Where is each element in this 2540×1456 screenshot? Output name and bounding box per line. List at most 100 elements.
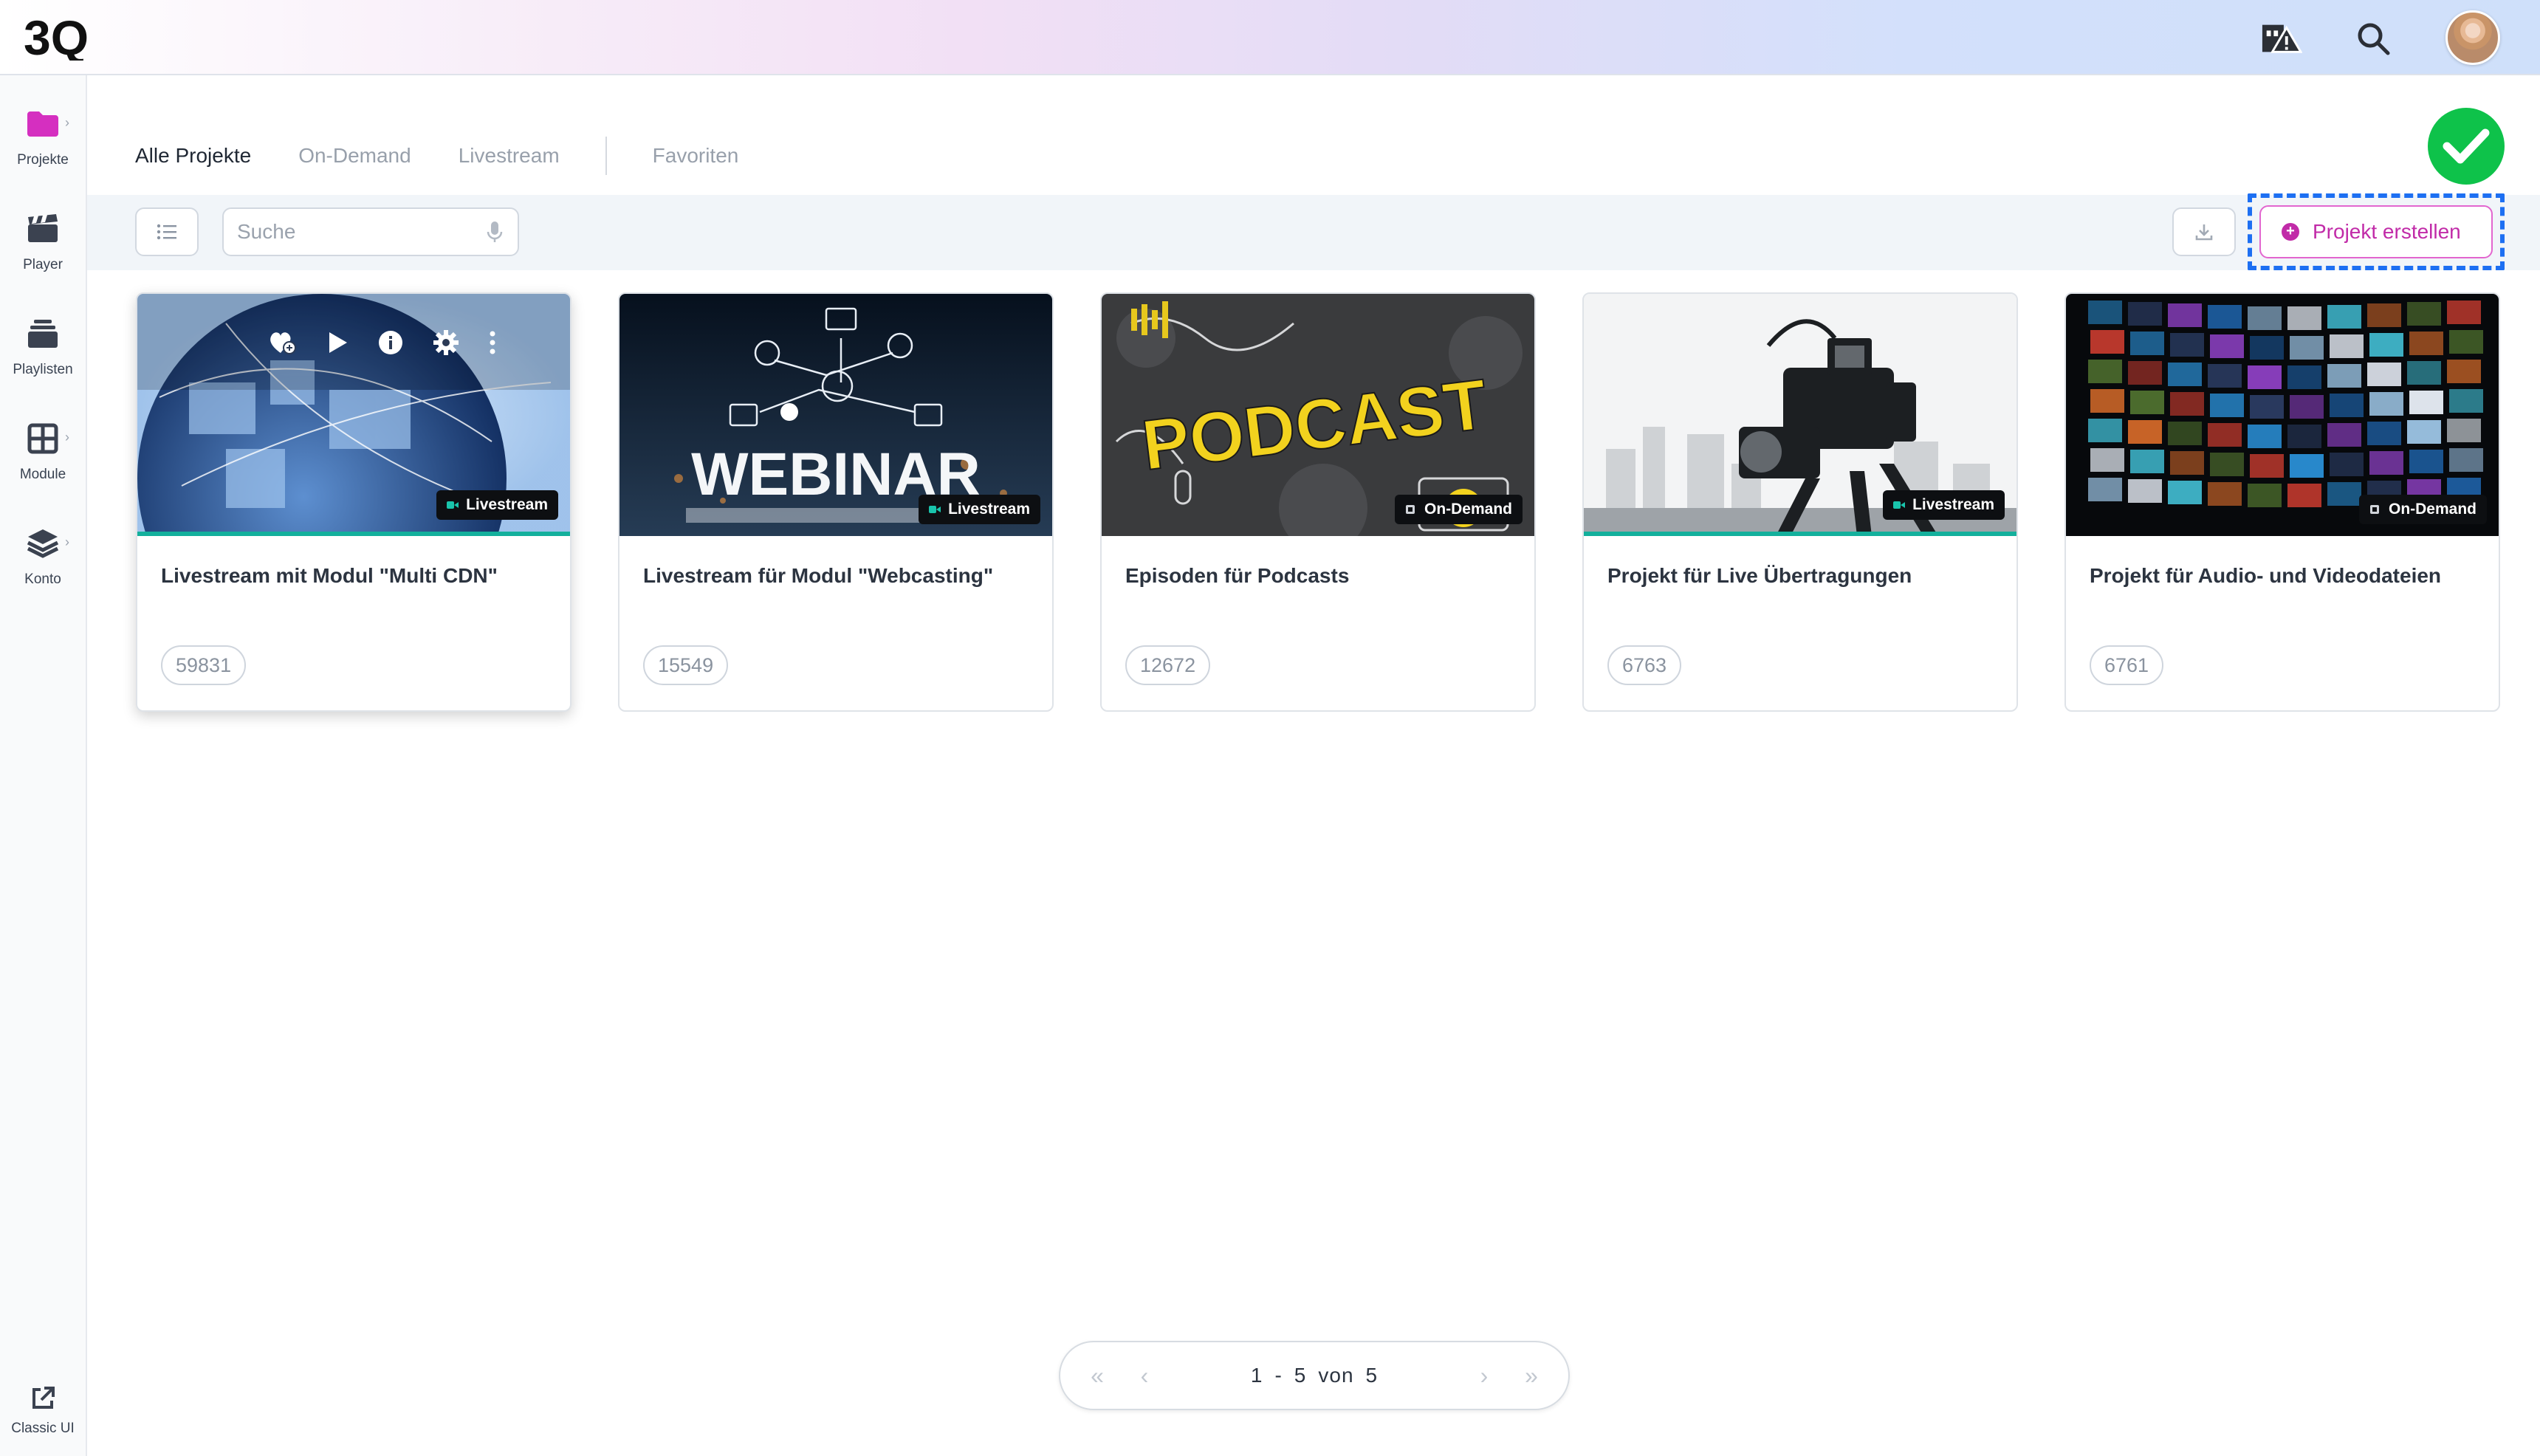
- folder-icon: [22, 103, 64, 145]
- video-wall-tile: [2287, 306, 2321, 330]
- logo-text: 3Q: [24, 13, 89, 61]
- card-title: Livestream für Modul "Webcasting": [643, 564, 994, 587]
- grid-icon: [22, 418, 64, 459]
- sidebar-item-konto[interactable]: › Konto: [0, 517, 86, 605]
- video-wall-tile: [2168, 363, 2202, 386]
- livestream-accent-line: [1584, 532, 2016, 536]
- sidebar-item-label: Classic UI: [11, 1421, 75, 1436]
- incident-warning-icon[interactable]: [2261, 18, 2302, 59]
- download-icon: [2195, 224, 2213, 241]
- video-wall-tile: [2369, 333, 2403, 357]
- plus-circle-icon: +: [2282, 223, 2299, 241]
- list-icon: [157, 224, 176, 240]
- microphone-icon[interactable]: [484, 219, 505, 245]
- video-wall-tile: [2367, 422, 2401, 445]
- page-dash: -: [1274, 1364, 1283, 1387]
- video-wall-tile: [2330, 334, 2364, 358]
- sidebar-item-module[interactable]: › Module: [0, 412, 86, 501]
- tab-alle-projekte[interactable]: Alle Projekte: [135, 144, 251, 168]
- video-wall-tile: [2130, 391, 2164, 414]
- video-wall-tile: [2250, 336, 2284, 360]
- video-wall-tile: [2090, 330, 2124, 354]
- project-card[interactable]: WEBINAR Livestream Livestream für Modul …: [618, 292, 1054, 712]
- search-input[interactable]: [222, 207, 519, 256]
- video-wall-tile: [2208, 482, 2242, 506]
- video-wall-tile: [2208, 305, 2242, 329]
- video-wall-tile: [2369, 392, 2403, 416]
- project-filter-tabs: Alle Projekte On-Demand Livestream Favor…: [135, 137, 786, 175]
- list-view-button[interactable]: [135, 207, 199, 256]
- sidebar-item-classic-ui[interactable]: Classic UI: [0, 1372, 86, 1456]
- prev-page-button[interactable]: ‹: [1121, 1362, 1168, 1390]
- video-wall-tile: [2369, 451, 2403, 475]
- logo-3q[interactable]: 3Q: [24, 13, 106, 61]
- video-wall-tile: [2330, 394, 2364, 417]
- settings-gear-icon[interactable]: [433, 329, 459, 356]
- layers-icon: [22, 523, 64, 564]
- video-wall-tile: [2367, 303, 2401, 327]
- info-icon[interactable]: [378, 330, 403, 355]
- page-total: 5: [1365, 1364, 1379, 1387]
- video-wall-tile: [2088, 360, 2122, 383]
- video-wall-tile: [2409, 391, 2443, 414]
- video-wall-tile: [2287, 425, 2321, 448]
- film-icon: [1405, 505, 1415, 514]
- sidebar-item-label: Player: [23, 257, 63, 272]
- video-wall-tile: [2248, 365, 2282, 389]
- page-to: 5: [1294, 1364, 1307, 1387]
- download-button[interactable]: [2172, 207, 2236, 256]
- video-wall-tile: [2407, 420, 2441, 444]
- user-avatar[interactable]: [2445, 10, 2500, 65]
- favorite-heart-icon[interactable]: [267, 329, 297, 356]
- project-card[interactable]: Livestream Projekt für Live Übertragunge…: [1582, 292, 2018, 712]
- livestream-accent-line: [137, 532, 570, 536]
- sidebar-item-label: Playlisten: [13, 362, 73, 377]
- play-icon[interactable]: [326, 331, 349, 354]
- create-project-button[interactable]: + Projekt erstellen: [2259, 205, 2493, 258]
- video-wall-tile: [2210, 334, 2244, 358]
- sidebar-item-label: Konto: [24, 571, 61, 587]
- project-card[interactable]: On-Demand Projekt für Audio- und Videoda…: [2064, 292, 2500, 712]
- first-page-button[interactable]: «: [1074, 1362, 1121, 1390]
- search-icon[interactable]: [2352, 18, 2394, 59]
- video-wall-tile: [2210, 453, 2244, 476]
- sidebar-item-player[interactable]: Player: [0, 202, 86, 291]
- project-id-pill: 59831: [161, 645, 247, 685]
- video-wall-tile: [2287, 365, 2321, 389]
- project-id-pill: 6763: [1607, 645, 1682, 685]
- chevron-right-icon: ›: [65, 535, 69, 549]
- sidebar-item-label: Module: [19, 467, 66, 482]
- video-wall-tile: [2248, 306, 2282, 330]
- next-page-button[interactable]: ›: [1460, 1362, 1508, 1390]
- sidebar-item-projekte[interactable]: › Projekte: [0, 97, 86, 186]
- video-wall-tile: [2250, 454, 2284, 478]
- sidebar-item-playlisten[interactable]: Playlisten: [0, 307, 86, 396]
- stack-icon: [22, 313, 64, 354]
- video-wall-tile: [2088, 478, 2122, 501]
- video-wall-tile: [2407, 302, 2441, 326]
- video-wall-tile: [2290, 336, 2324, 360]
- video-wall-tile: [2447, 301, 2481, 324]
- video-wall-tile: [2248, 425, 2282, 448]
- tab-livestream[interactable]: Livestream: [459, 144, 560, 168]
- video-wall-tile: [2168, 422, 2202, 445]
- project-card[interactable]: PODCAST On-Demand Episoden für Podcasts …: [1100, 292, 1536, 712]
- card-title: Livestream mit Modul "Multi CDN": [161, 564, 498, 587]
- more-options-icon[interactable]: [489, 330, 496, 355]
- video-wall-tile: [2327, 423, 2361, 447]
- video-wall-tile: [2168, 481, 2202, 504]
- video-wall-tile: [2170, 333, 2204, 357]
- page-from: 1: [1250, 1364, 1263, 1387]
- card-title: Episoden für Podcasts: [1125, 564, 1350, 587]
- tab-favoriten[interactable]: Favoriten: [653, 144, 739, 168]
- sidebar: › Projekte Player Playlisten › Module › …: [0, 75, 87, 1456]
- video-wall-tile: [2447, 360, 2481, 383]
- type-badge: On-Demand: [1394, 495, 1523, 524]
- video-wall-tile: [2287, 484, 2321, 507]
- video-wall-tile: [2327, 305, 2361, 329]
- tab-on-demand[interactable]: On-Demand: [298, 144, 411, 168]
- project-card[interactable]: Livestream Livestream mit Modul "Multi C…: [136, 292, 572, 712]
- last-page-button[interactable]: »: [1508, 1362, 1555, 1390]
- film-icon: [2369, 505, 2379, 514]
- video-wall-tile: [2367, 363, 2401, 386]
